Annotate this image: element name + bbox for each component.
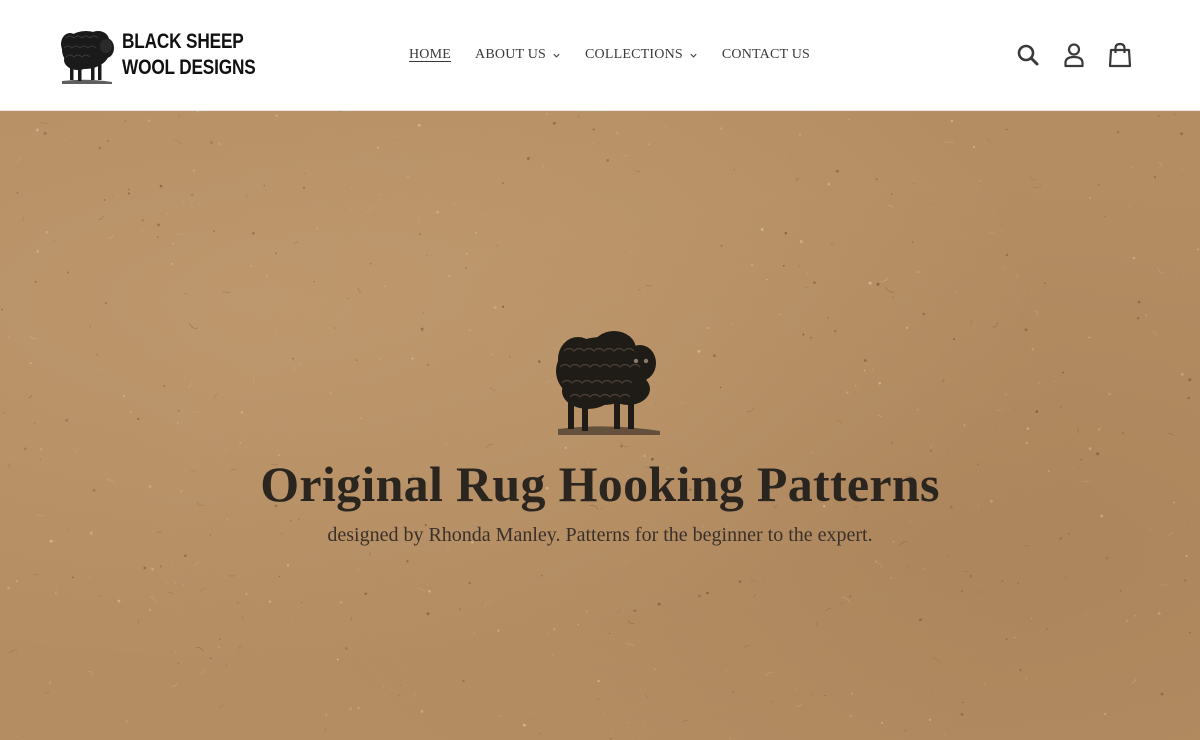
nav-item-collections[interactable]: COLLECTIONS [585,47,698,63]
nav-label-collections: COLLECTIONS [585,47,683,62]
nav-item-about-us[interactable]: ABOUT US [475,47,561,63]
brand-line-2: WOOL DESIGNS [122,56,256,79]
brand-logo[interactable]: BLACK SHEEP WOOL DESIGNS [58,24,258,86]
site-header: BLACK SHEEP WOOL DESIGNS HOME ABOUT US C… [0,0,1200,111]
header-icons [1015,40,1133,70]
nav-item-contact-us[interactable]: CONTACT US [722,47,810,63]
black-sheep-logo-icon [61,31,114,84]
brand-line-1: BLACK SHEEP [122,30,244,53]
chevron-down-icon [553,53,560,58]
brand-wordmark: BLACK SHEEP WOOL DESIGNS [122,29,256,81]
hero-banner: Original Rug Hooking Patterns designed b… [0,111,1200,740]
hero-subtitle: designed by Rhonda Manley. Patterns for … [327,524,873,546]
cart-icon [1108,42,1132,68]
account-icon [1064,43,1084,68]
nav-item-home[interactable]: HOME [409,47,451,63]
nav-label-home: HOME [409,47,452,62]
chevron-down-icon [690,53,697,58]
search-icon [1017,44,1039,66]
search-button[interactable] [1015,41,1041,69]
hero-title: Original Rug Hooking Patterns [260,456,940,512]
cart-button[interactable] [1107,41,1133,69]
account-button[interactable] [1061,41,1087,69]
main-navigation: HOME ABOUT US COLLECTIONS CONTACT US [400,44,834,66]
nav-label-about-us: ABOUT US [475,47,546,62]
black-sheep-illustration-icon [556,331,660,435]
nav-label-contact-us: CONTACT US [721,47,811,62]
